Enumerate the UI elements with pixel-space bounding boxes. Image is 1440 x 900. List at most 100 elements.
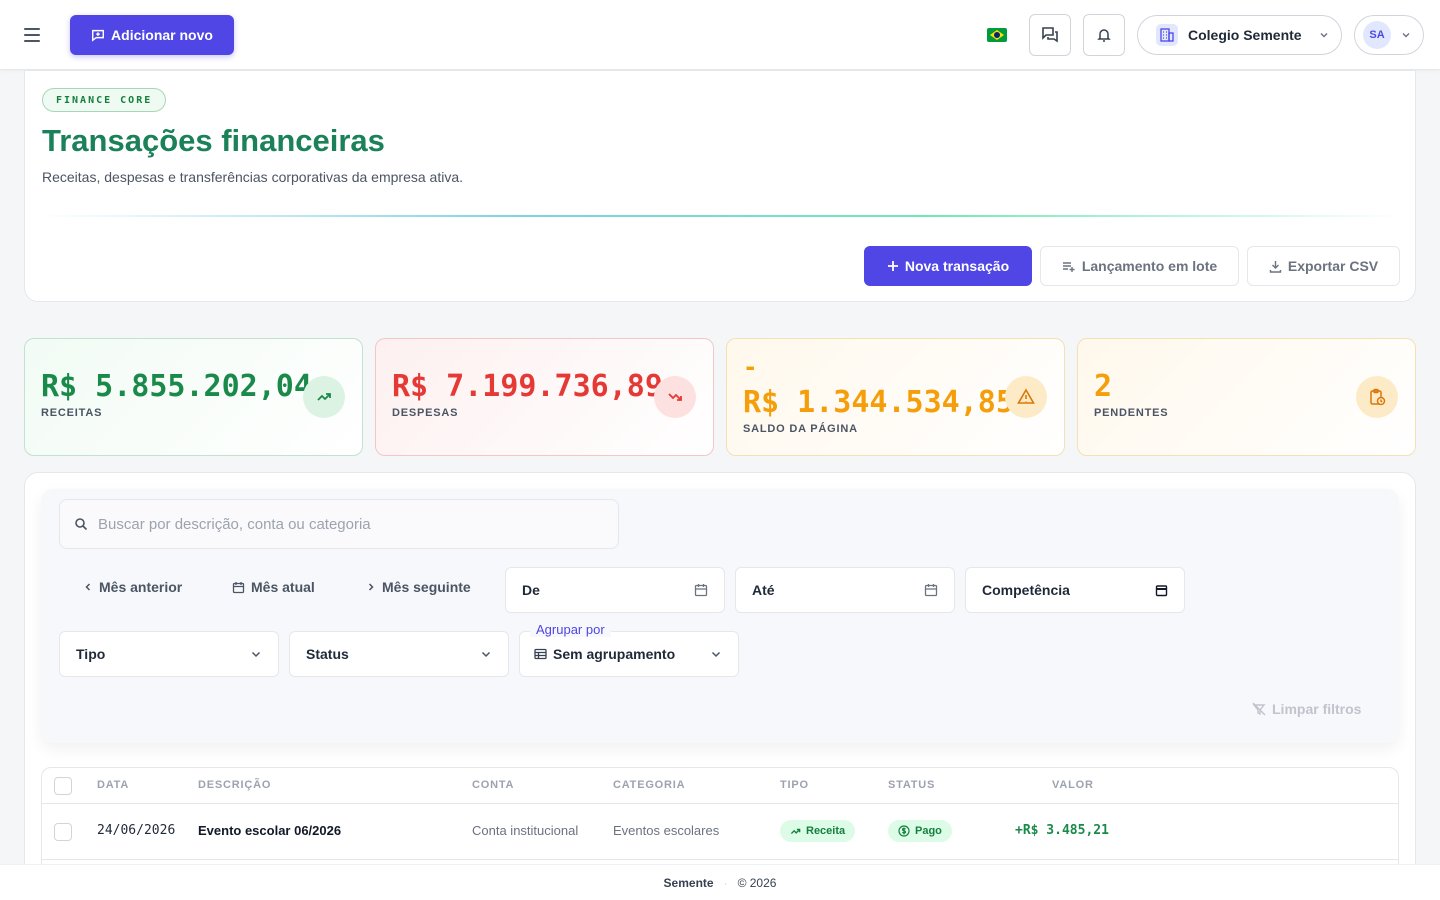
company-name: Colegio Semente	[1188, 27, 1302, 43]
kpi-value-sign: -	[743, 353, 758, 381]
row-account: Conta institucional	[472, 823, 579, 838]
clear-filters-label: Limpar filtros	[1272, 701, 1362, 717]
trending-down-icon	[654, 376, 696, 418]
select-all-checkbox[interactable]	[54, 777, 72, 795]
kpi-label: SALDO DA PÁGINA	[743, 423, 858, 435]
column-header[interactable]: DESCRIÇÃO	[198, 779, 271, 791]
chevron-down-icon	[481, 651, 491, 658]
column-header[interactable]: TIPO	[780, 779, 809, 791]
prev-month-button[interactable]: Mês anterior	[83, 577, 182, 597]
kpi-label: RECEITAS	[41, 407, 103, 419]
column-header[interactable]: CONTA	[472, 779, 514, 791]
calendar-icon	[232, 581, 245, 593]
group-by-select[interactable]: Agrupar por Sem agrupamento	[519, 622, 739, 677]
notifications-button[interactable]	[1083, 14, 1125, 56]
column-header[interactable]: DATA	[97, 779, 129, 791]
chat-icon	[1042, 27, 1058, 43]
chevron-down-icon	[1320, 33, 1328, 38]
type-badge-label: Receita	[806, 825, 846, 837]
batch-entry-label: Lançamento em lote	[1081, 258, 1218, 274]
trending-up-icon	[790, 828, 801, 834]
status-select-label: Status	[306, 646, 349, 662]
type-select[interactable]: Tipo	[59, 631, 279, 677]
batch-entry-button[interactable]: Lançamento em lote	[1040, 246, 1239, 286]
kpi-value: R$ 7.199.736,89	[392, 369, 663, 404]
kpi-card-income: R$ 5.855.202,04 RECEITAS	[24, 338, 363, 456]
top-bar: Adicionar novo Colegio Semente SA	[0, 0, 1440, 70]
status-badge: Pago	[888, 820, 952, 842]
row-checkbox[interactable]	[54, 823, 72, 841]
search-input[interactable]: Buscar por descrição, conta ou categoria	[59, 499, 619, 549]
type-badge: Receita	[780, 820, 856, 842]
export-csv-button[interactable]: Exportar CSV	[1247, 246, 1400, 286]
kpi-label: PENDENTES	[1094, 407, 1169, 419]
brazil-flag-icon[interactable]	[987, 28, 1007, 42]
chevron-down-icon	[251, 651, 261, 658]
search-icon	[75, 518, 88, 531]
avatar: SA	[1363, 21, 1391, 49]
date-to-field[interactable]: Até	[735, 567, 955, 613]
calendar-icon	[1155, 584, 1168, 596]
filters-section: Buscar por descrição, conta ou categoria…	[41, 489, 1399, 743]
chevron-down-icon	[711, 651, 721, 658]
table-icon	[534, 648, 547, 660]
footer-copyright: © 2026	[737, 875, 777, 890]
kpi-value: 2	[1094, 369, 1113, 404]
header-divider	[42, 215, 1400, 217]
download-icon	[1269, 260, 1282, 273]
add-new-button[interactable]: Adicionar novo	[70, 15, 234, 55]
page-title: Transações financeiras	[42, 123, 385, 158]
kpi-value: R$ 5.855.202,04	[41, 369, 312, 404]
row-category: Eventos escolares	[613, 823, 720, 838]
new-transaction-label: Nova transação	[904, 258, 1010, 274]
footer-brand: Semente	[663, 875, 714, 890]
column-header[interactable]: VALOR	[1052, 779, 1094, 791]
next-month-label: Mês seguinte	[382, 579, 471, 595]
next-month-button[interactable]: Mês seguinte	[366, 577, 471, 597]
page-header-card: FINANCE CORE Transações financeiras Rece…	[24, 70, 1416, 302]
new-transaction-button[interactable]: Nova transação	[864, 246, 1032, 286]
export-csv-label: Exportar CSV	[1287, 258, 1379, 274]
add-new-label: Adicionar novo	[111, 27, 213, 43]
column-header[interactable]: CATEGORIA	[613, 779, 685, 791]
list-add-icon	[1062, 262, 1075, 272]
calendar-icon	[924, 584, 938, 597]
building-icon	[1156, 24, 1178, 46]
chevron-down-icon	[1402, 33, 1410, 38]
chevron-right-icon	[368, 583, 374, 591]
messages-button[interactable]	[1029, 14, 1071, 56]
status-select[interactable]: Status	[289, 631, 509, 677]
prev-month-label: Mês anterior	[99, 579, 183, 595]
current-month-label: Mês atual	[251, 579, 315, 595]
date-from-field[interactable]: De	[505, 567, 725, 613]
trending-up-icon	[303, 376, 345, 418]
competence-field[interactable]: Competência	[965, 567, 1185, 613]
clipboard-clock-icon	[1356, 376, 1398, 418]
bell-icon	[1097, 29, 1111, 42]
user-menu[interactable]: SA	[1354, 15, 1424, 55]
filter-off-icon	[1252, 702, 1266, 716]
menu-icon[interactable]	[24, 22, 50, 48]
company-selector[interactable]: Colegio Semente	[1137, 15, 1342, 55]
status-badge-label: Pago	[915, 825, 942, 837]
page-subtitle: Receitas, despesas e transferências corp…	[42, 169, 463, 185]
group-by-value: Sem agrupamento	[553, 646, 676, 662]
kpi-value: R$ 1.344.534,85	[743, 385, 1014, 420]
table-header: DATA DESCRIÇÃO CONTA CATEGORIA TIPO STAT…	[42, 768, 1398, 804]
competence-label: Competência	[982, 582, 1070, 598]
table-row[interactable]: 24/06/2026 Evento escolar 06/2026 Conta …	[42, 804, 1398, 860]
date-from-label: De	[522, 582, 540, 598]
clear-filters-button[interactable]: Limpar filtros	[1252, 701, 1361, 717]
row-value: +R$ 3.485,21	[1015, 823, 1109, 838]
group-by-legend: Agrupar por	[530, 622, 611, 637]
date-to-label: Até	[752, 582, 775, 598]
search-placeholder: Buscar por descrição, conta ou categoria	[98, 515, 371, 533]
dollar-circle-icon	[898, 825, 910, 837]
kpi-card-pending: 2 PENDENTES	[1077, 338, 1416, 456]
column-header[interactable]: STATUS	[888, 779, 935, 791]
kpi-label: DESPESAS	[392, 407, 459, 419]
transactions-panel: Buscar por descrição, conta ou categoria…	[24, 472, 1416, 893]
chevron-left-icon	[85, 583, 91, 591]
plus-icon	[887, 261, 898, 271]
current-month-button[interactable]: Mês atual	[232, 577, 315, 597]
